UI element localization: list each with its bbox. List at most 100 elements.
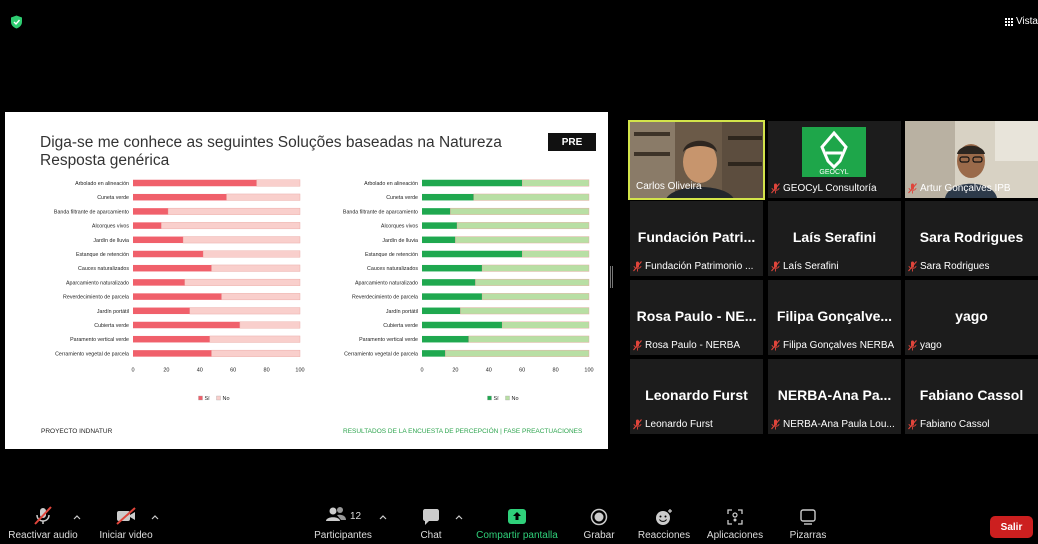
- apps-button[interactable]: Aplicaciones: [702, 498, 768, 544]
- participant-tile[interactable]: Carlos Oliveira: [628, 120, 765, 200]
- microphone-muted-icon: [633, 340, 642, 351]
- chart-left-category-label: Cubierta verde: [94, 323, 129, 329]
- participant-display-name: Laís Serafini: [792, 229, 877, 245]
- slide-footer-left: PROYECTO INDNATUR: [41, 428, 113, 435]
- participant-name-caption: Leonardo Furst: [633, 419, 713, 430]
- slide-footer-right: RESULTADOS DE LA ENCUESTA DE PERCEPCIÓN …: [343, 428, 583, 435]
- chart-left-bar-si: [133, 293, 222, 300]
- chart-left-bar-no: [167, 207, 301, 215]
- chart-right-category-label: Arbolado en alineación: [364, 181, 418, 187]
- unmute-label: Reactivar audio: [8, 530, 78, 541]
- chat-button[interactable]: Chat: [415, 498, 447, 544]
- participant-tile[interactable]: Artur Gonçalves IPB: [905, 121, 1038, 198]
- chart-right-bar-si: [422, 193, 474, 201]
- share-screen-button[interactable]: Compartir pantalla: [472, 498, 562, 544]
- participants-count: 12: [349, 510, 362, 522]
- view-button[interactable]: Vista: [1004, 16, 1038, 27]
- chart-left-bar-si: [133, 250, 204, 258]
- microphone-muted-icon: [633, 419, 642, 430]
- chart-left-bar-si: [133, 193, 227, 201]
- record-button[interactable]: Grabar: [580, 498, 618, 544]
- chart-right-bar-si: [422, 222, 458, 229]
- chart-right-bar-no: [456, 222, 590, 230]
- chart-left-category-label: Banda filtrante de aparcamiento: [54, 209, 129, 215]
- chart-right-tick-label: 20: [452, 368, 458, 374]
- chart-left-category-label: Reverdecimiento de parcela: [63, 295, 129, 301]
- participant-name: Fundación Patrimonio ...: [645, 261, 754, 272]
- chart-right-bar-no: [475, 278, 590, 286]
- participant-display-name: yago: [955, 308, 988, 324]
- participant-tile[interactable]: Rosa Paulo - NE... Rosa Paulo - NERBA: [630, 280, 763, 355]
- participant-name-caption: yago: [908, 340, 942, 351]
- participant-display-name: Rosa Paulo - NE...: [636, 308, 757, 324]
- chart-right-category-label: Cauces naturalizados: [367, 266, 418, 272]
- panel-splitter[interactable]: [610, 266, 613, 288]
- video-options-chevron-icon[interactable]: [151, 514, 159, 520]
- audio-options-chevron-icon[interactable]: [73, 514, 81, 520]
- exit-button[interactable]: Salir: [990, 516, 1033, 538]
- view-label: Vista: [1015, 16, 1038, 27]
- participant-name: Rosa Paulo - NERBA: [645, 340, 741, 351]
- chart-left-bar-no: [221, 293, 301, 301]
- participants-icon: [325, 507, 346, 521]
- participant-tile[interactable]: NERBA-Ana Pa... NERBA-Ana Paula Lou...: [768, 359, 901, 434]
- participant-display-name: Filipa Gonçalve...: [776, 308, 893, 324]
- chart-right-tick-label: 100: [584, 368, 593, 374]
- chart-right-legend-swatch: [505, 395, 510, 401]
- chart-left-legend-label: No: [223, 396, 230, 402]
- reactions-button[interactable]: Reacciones: [636, 498, 692, 544]
- start-video-button[interactable]: Iniciar video: [94, 498, 158, 544]
- participant-tile[interactable]: Fundación Patri... Fundación Patrimonio .…: [630, 201, 763, 276]
- participant-name: yago: [920, 340, 942, 351]
- chart-right-category-label: Jardín de lluvia: [382, 238, 418, 244]
- chart-right-bar-no: [501, 321, 590, 329]
- chart-left-bar-si: [133, 350, 212, 357]
- record-icon: [590, 508, 608, 526]
- chart-right-bar-si: [422, 350, 446, 357]
- chart-right-legend-label: No: [512, 396, 519, 402]
- chart-right-tick-label: 60: [519, 368, 525, 374]
- participants-button[interactable]: 12 Participantes: [308, 498, 378, 544]
- participant-tile[interactable]: Filipa Gonçalve... Filipa Gonçalves NERBA: [768, 280, 901, 355]
- whiteboards-button[interactable]: Pizarras: [784, 498, 832, 544]
- chart-left-bar-si: [133, 321, 240, 329]
- chart-right-bar-si: [422, 250, 523, 258]
- chart-right-category-label: Aparcamiento naturalizado: [355, 280, 418, 286]
- participant-display-name: Fundación Patri...: [637, 229, 756, 245]
- chart-left-bar-no: [239, 321, 301, 329]
- chat-label: Chat: [420, 530, 442, 541]
- chart-right-bar-si: [422, 236, 456, 244]
- shield-icon[interactable]: [10, 15, 23, 29]
- participant-name: Sara Rodrigues: [920, 261, 990, 272]
- participants-options-chevron-icon[interactable]: [379, 514, 387, 520]
- apps-label: Aplicaciones: [706, 530, 764, 541]
- unmute-button[interactable]: Reactivar audio: [6, 498, 80, 544]
- chart-left-bar-si: [133, 307, 190, 315]
- participant-tile[interactable]: Laís Serafini Laís Serafini: [768, 201, 901, 276]
- record-label: Grabar: [583, 530, 615, 541]
- chart-right-legend-label: Sí: [494, 396, 500, 402]
- participant-display-name: Sara Rodrigues: [919, 229, 1024, 245]
- chart-left-category-label: Jardín de lluvia: [93, 238, 129, 244]
- participant-tile[interactable]: Fabiano Cassol Fabiano Cassol: [905, 359, 1038, 434]
- participant-tile[interactable]: Leonardo Furst Leonardo Furst: [630, 359, 763, 434]
- chart-right-bar-no: [481, 264, 590, 272]
- chart-right-tick-label: 0: [420, 368, 423, 374]
- chat-options-chevron-icon[interactable]: [455, 514, 463, 520]
- meeting-toolbar: Reactivar audio Iniciar video 12 Partici…: [0, 498, 1038, 544]
- share-screen-label: Compartir pantalla: [476, 530, 558, 541]
- chart-right-bar-si: [422, 321, 503, 329]
- organization-logo: GEOCYL: [802, 127, 866, 177]
- start-video-label: Iniciar video: [99, 530, 153, 541]
- chart-right-bar-no: [522, 250, 590, 258]
- participant-tile[interactable]: GEOCYL GEOCyL Consultoría: [768, 121, 901, 198]
- chat-icon: [423, 509, 439, 525]
- chart-right-category-label: Jardín portátil: [386, 309, 418, 315]
- participant-tile[interactable]: Sara Rodrigues Sara Rodrigues: [905, 201, 1038, 276]
- logo-text: GEOCYL: [819, 169, 849, 176]
- chart-right-bar-si: [422, 335, 469, 343]
- grid-icon: [1004, 17, 1013, 26]
- microphone-muted-icon: [633, 261, 642, 272]
- participant-tile[interactable]: yago yago: [905, 280, 1038, 355]
- participant-display-name: Fabiano Cassol: [919, 387, 1024, 403]
